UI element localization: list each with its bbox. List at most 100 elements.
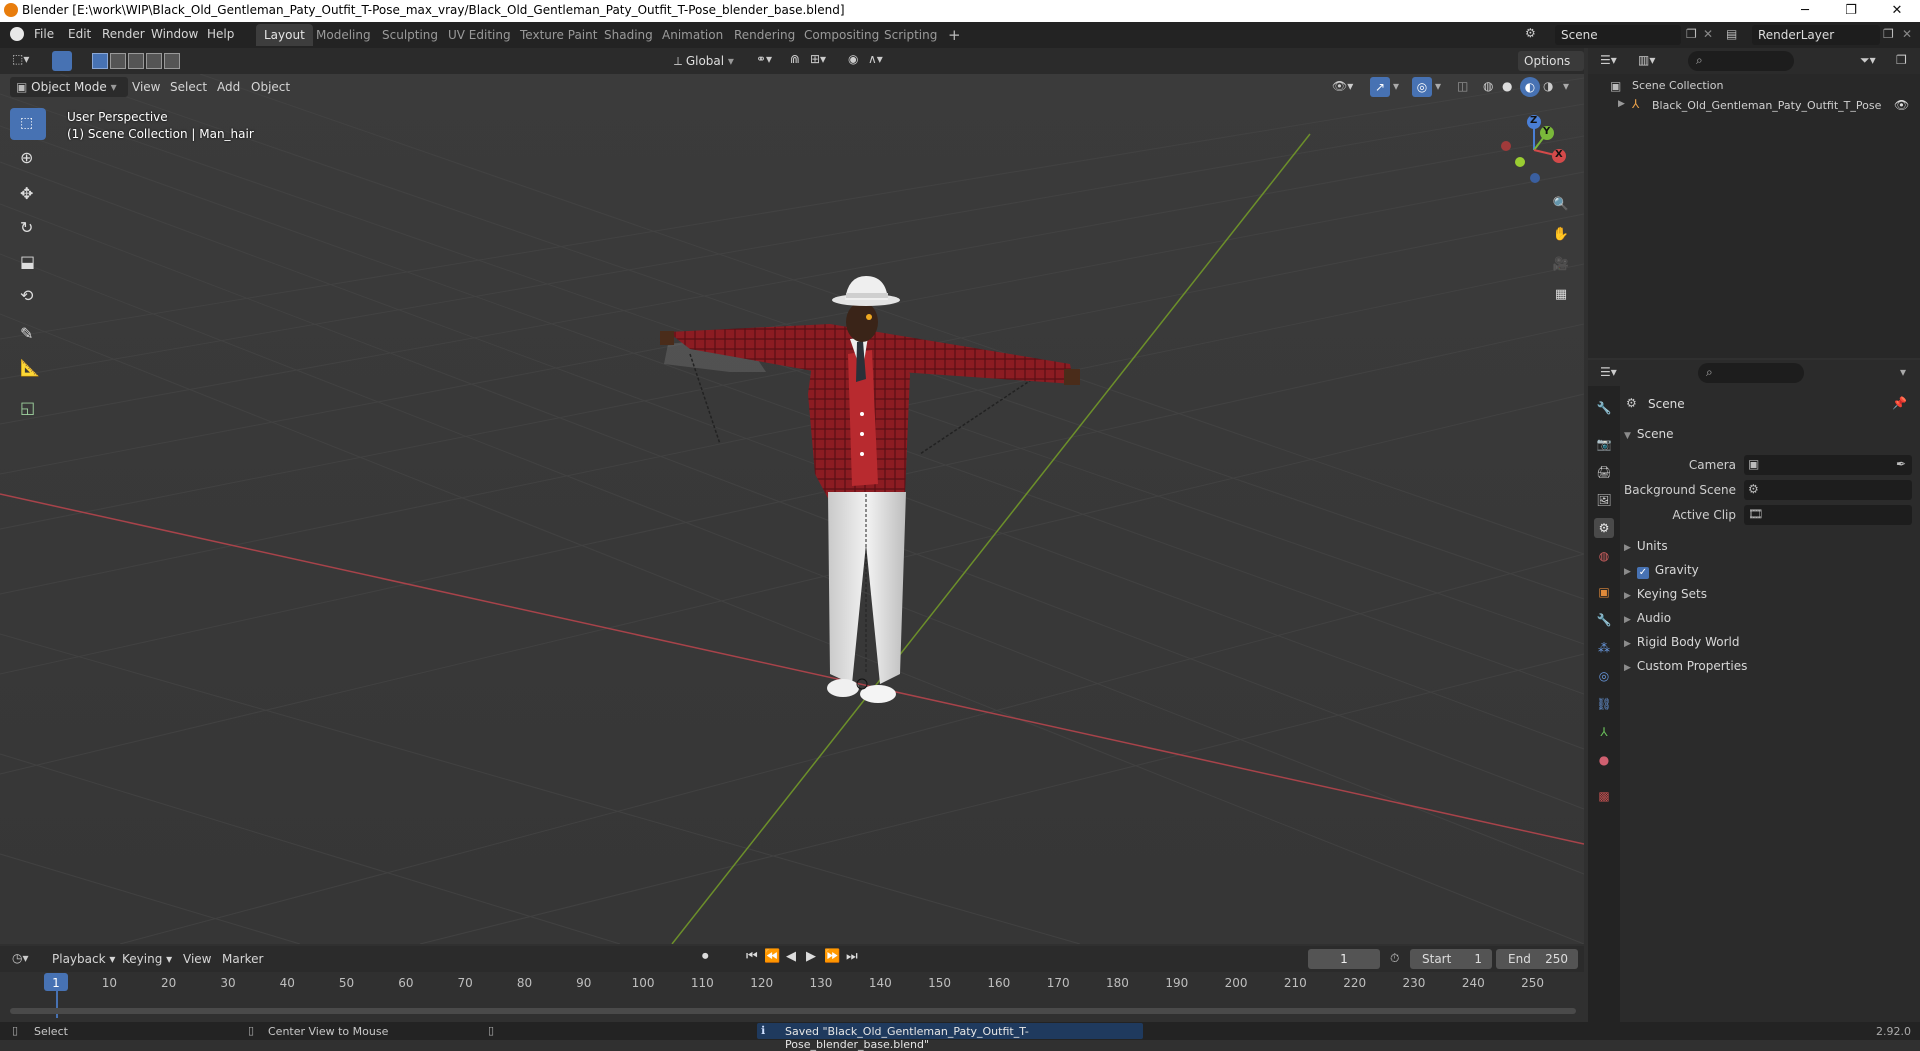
physics-tab-icon[interactable]: ◎: [1594, 666, 1614, 686]
particles-tab-icon[interactable]: ⁂: [1594, 638, 1614, 658]
current-frame-field[interactable]: 1: [1308, 949, 1380, 969]
options-dropdown[interactable]: Options ▾: [1518, 51, 1584, 88]
menu-object[interactable]: Object: [251, 80, 290, 94]
gizmo-toggle-icon[interactable]: ↗: [1370, 77, 1390, 97]
overlays-dropdown-icon[interactable]: ▾: [1435, 79, 1441, 93]
outliner-row-object[interactable]: ▶ ⅄ Black_Old_Gentleman_Paty_Outfit_T_Po…: [1588, 96, 1920, 116]
menu-help[interactable]: Help: [207, 27, 234, 41]
camera-field[interactable]: ▣ ✒: [1744, 455, 1912, 475]
tab-layout[interactable]: Layout: [256, 24, 313, 46]
pin-icon[interactable]: 📌: [1892, 396, 1907, 410]
navigation-gizmo[interactable]: Z Y X: [1492, 110, 1572, 190]
properties-options-icon[interactable]: ▾: [1900, 365, 1906, 379]
menu-marker[interactable]: Marker: [222, 952, 263, 966]
proportional-falloff-icon[interactable]: ∧▾: [868, 52, 883, 66]
next-keyframe-icon[interactable]: ⏩: [824, 949, 840, 964]
material-tab-icon[interactable]: ●: [1594, 750, 1614, 770]
snap-target-icon[interactable]: ⊞▾: [810, 52, 826, 66]
snap-icon[interactable]: ⋒: [790, 52, 800, 66]
texture-tab-icon[interactable]: ▩: [1594, 786, 1614, 806]
expand-arrow-icon[interactable]: ▶: [1618, 99, 1625, 109]
wireframe-shading-icon[interactable]: ◍: [1483, 79, 1493, 93]
menu-render[interactable]: Render: [102, 27, 145, 41]
menu-window[interactable]: Window: [151, 27, 198, 41]
new-renderlayer-icon[interactable]: ❐: [1883, 27, 1894, 41]
timeline-ruler[interactable]: 1 10 20 30 40 50 60 70 80 90 100 110 120 130 140 150 160…: [0, 972, 1584, 1022]
end-frame-field[interactable]: End 250: [1496, 949, 1578, 969]
data-tab-icon[interactable]: ⅄: [1594, 722, 1614, 742]
panel-rigid-body-world[interactable]: ▶ Rigid Body World: [1624, 635, 1739, 649]
tab-rendering[interactable]: Rendering: [726, 24, 803, 46]
tab-scripting[interactable]: Scripting: [876, 24, 945, 46]
timeline-scrollbar[interactable]: [10, 1008, 1576, 1014]
add-workspace-button[interactable]: +: [940, 24, 969, 46]
cursor-tool-icon[interactable]: ⊕: [10, 142, 46, 174]
display-mode-icon[interactable]: ▥▾: [1638, 53, 1655, 67]
gravity-checkbox[interactable]: ✓: [1636, 567, 1649, 579]
tab-animation[interactable]: Animation: [654, 24, 731, 46]
editor-type-icon[interactable]: ⬚▾: [12, 52, 29, 66]
view-layer-tab-icon[interactable]: 🖼: [1594, 490, 1614, 510]
gizmo-dropdown-icon[interactable]: ▾: [1393, 79, 1399, 93]
outliner-row-scene-collection[interactable]: ▣ Scene Collection: [1588, 76, 1920, 96]
move-tool-icon[interactable]: ✥: [10, 178, 46, 210]
object-tab-icon[interactable]: ▣: [1594, 582, 1614, 602]
transform-orientation-dropdown[interactable]: ⟂ Global ▾: [668, 51, 754, 71]
timeline-editor-type-icon[interactable]: ◷▾: [12, 951, 29, 965]
clock-icon[interactable]: ⏱: [1390, 951, 1399, 966]
prev-keyframe-icon[interactable]: ⏪: [764, 949, 780, 964]
filter-icon[interactable]: ⏷▾: [1860, 53, 1876, 68]
solid-shading-icon[interactable]: ●: [1502, 79, 1512, 93]
start-frame-field[interactable]: Start 1: [1410, 949, 1492, 969]
select-mode-extend-icon[interactable]: [110, 53, 126, 69]
menu-add[interactable]: Add: [217, 80, 240, 94]
rendered-shading-icon[interactable]: ◑: [1543, 79, 1553, 93]
world-tab-icon[interactable]: ◍: [1594, 546, 1614, 566]
panel-custom-properties[interactable]: ▶ Custom Properties: [1624, 659, 1747, 673]
properties-search-input[interactable]: ⌕: [1698, 363, 1804, 383]
properties-editor-type-icon[interactable]: ☰▾: [1600, 365, 1617, 379]
tab-sculpting[interactable]: Sculpting: [374, 24, 446, 46]
select-mode-invert-icon[interactable]: [146, 53, 162, 69]
panel-audio[interactable]: ▶ Audio: [1624, 611, 1671, 625]
transform-tool-icon[interactable]: ⟲: [10, 280, 46, 312]
annotate-tool-icon[interactable]: ✎: [10, 318, 46, 350]
measure-tool-icon[interactable]: 📐: [10, 352, 46, 384]
play-icon[interactable]: ▶: [806, 949, 816, 964]
new-collection-icon[interactable]: ❐: [1896, 53, 1907, 67]
tab-texture-paint[interactable]: Texture Paint: [512, 24, 605, 46]
scene-tab-icon[interactable]: ⚙: [1594, 518, 1614, 538]
renderlayer-selector[interactable]: RenderLayer: [1752, 25, 1880, 45]
overlays-icon[interactable]: ◎: [1412, 77, 1432, 97]
menu-file[interactable]: File: [34, 27, 54, 41]
output-tab-icon[interactable]: 🖨: [1594, 462, 1614, 482]
camera-view-icon[interactable]: 🎥: [1550, 254, 1572, 276]
menu-select[interactable]: Select: [170, 80, 207, 94]
remove-scene-icon[interactable]: ✕: [1703, 27, 1713, 41]
visibility-icon[interactable]: 👁▾: [1332, 79, 1353, 93]
select-mode-intersect-icon[interactable]: [164, 53, 180, 69]
menu-edit[interactable]: Edit: [68, 27, 91, 41]
constraints-tab-icon[interactable]: ⛓: [1594, 694, 1614, 714]
maximize-button[interactable]: ❐: [1828, 0, 1874, 22]
close-button[interactable]: ✕: [1874, 0, 1920, 22]
pan-hand-icon[interactable]: ✋: [1550, 224, 1572, 246]
shading-dropdown-icon[interactable]: ▾: [1563, 79, 1569, 93]
remove-renderlayer-icon[interactable]: ✕: [1902, 27, 1912, 41]
select-mode-subtract-icon[interactable]: [128, 53, 144, 69]
tab-uv-editing[interactable]: UV Editing: [440, 24, 519, 46]
rotate-tool-icon[interactable]: ↻: [10, 212, 46, 244]
panel-units[interactable]: ▶ Units: [1624, 539, 1668, 553]
minimize-button[interactable]: ─: [1782, 0, 1828, 22]
proportional-edit-icon[interactable]: ◉: [848, 52, 858, 66]
menu-playback[interactable]: Playback ▾: [52, 952, 115, 966]
render-tab-icon[interactable]: 📷: [1594, 434, 1614, 454]
panel-keying-sets[interactable]: ▶ Keying Sets: [1624, 587, 1707, 601]
play-reverse-icon[interactable]: ◀: [786, 949, 796, 964]
add-cube-tool-icon[interactable]: ◱: [10, 392, 46, 424]
outliner-search-input[interactable]: ⌕: [1688, 51, 1794, 71]
record-icon[interactable]: ⏺: [702, 949, 709, 964]
visibility-eye-icon[interactable]: 👁: [1894, 98, 1909, 112]
blender-menu-icon[interactable]: [10, 27, 24, 41]
active-clip-field[interactable]: 🎞: [1744, 505, 1912, 525]
